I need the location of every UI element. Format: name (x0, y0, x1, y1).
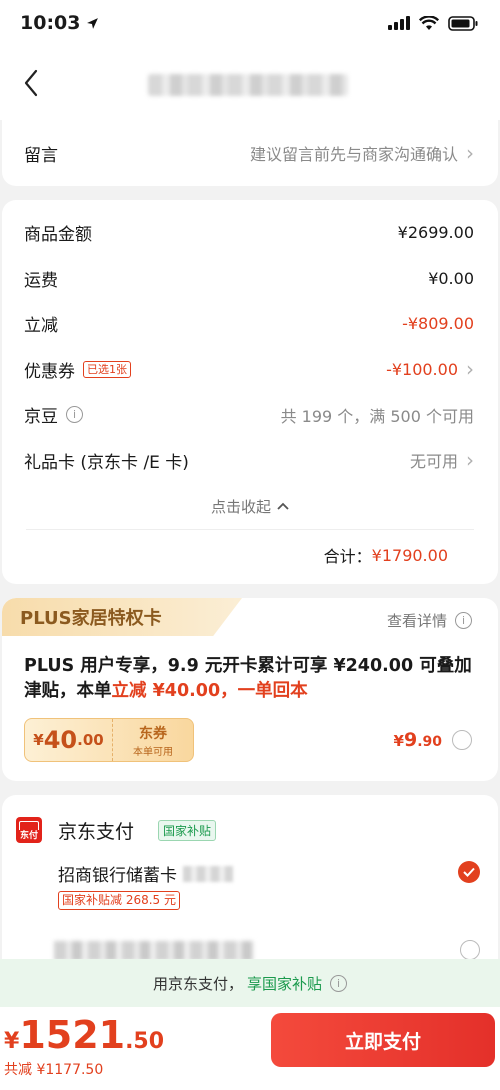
plus-coupon: ¥40.00 东券 本单可用 (24, 718, 194, 762)
status-bar: 10:03 (0, 0, 500, 46)
jingdou-row: 京豆 i 共 199 个，满 500 个可用 (2, 392, 498, 438)
payment-title: 京东支付 (58, 821, 135, 843)
pay-now-button[interactable]: 立即支付 (271, 1013, 495, 1067)
collapse-toggle[interactable]: 点击收起 (2, 483, 498, 529)
coupon-label: 优惠券 (24, 361, 75, 382)
giftcard-value: 无可用 (409, 452, 458, 472)
final-price-dec: .50 (125, 1029, 165, 1054)
blurred-card-number (183, 865, 233, 882)
subtotal-row: 合计： ¥1790.00 (2, 530, 498, 580)
signal-icon (388, 16, 410, 30)
plus-tag: PLUS家居特权卡 (2, 598, 242, 636)
discount-row: 立减 -¥809.00 (2, 301, 498, 347)
jd-pay-logo-text: 东付 (19, 831, 38, 841)
coupon-amount-int: 40 (43, 726, 78, 754)
info-icon[interactable]: i (330, 974, 348, 992)
payment-option-radio[interactable] (460, 940, 480, 960)
promo-highlight: 享国家补贴 (247, 974, 323, 993)
coupon-value: -¥100.00 (386, 359, 458, 379)
plus-detail-label: 查看详情 (386, 612, 447, 630)
subtotal-label: 合计： (323, 547, 372, 566)
blurred-page-title (148, 74, 348, 96)
jd-pay-logo-icon: 东付 (16, 817, 42, 843)
giftcard-label: 礼品卡 (京东卡 /E 卡) (24, 452, 189, 473)
status-icons (388, 15, 478, 31)
promo-text: 用京东支付， (152, 974, 243, 993)
final-price-currency: ¥ (4, 1029, 20, 1054)
coupon-title: 东券 (139, 725, 167, 742)
remark-hint: 建议留言前先与商家沟通确认 (249, 145, 458, 164)
bank-name: 招商银行储蓄卡 (58, 866, 177, 886)
bottom-bar: ¥1521.50 共减 ¥1177.50 立即支付 (0, 1007, 500, 1090)
chevron-left-icon (24, 69, 38, 97)
final-price-int: 1521 (19, 1013, 126, 1057)
selected-check-icon[interactable] (458, 861, 480, 883)
coupon-selected-tag: 已选1张 (83, 360, 131, 378)
blurred-payment-option[interactable] (54, 941, 254, 961)
promo-strip: 用京东支付， 享国家补贴 i (0, 959, 500, 1007)
status-time: 10:03 (20, 12, 99, 34)
shipping-label: 运费 (24, 270, 58, 291)
chevron-right-icon: › (466, 357, 474, 382)
plus-price-dec: .90 (417, 734, 442, 750)
info-icon: i (455, 612, 472, 629)
clock: 10:03 (20, 12, 81, 34)
coupon-amount-dec: .00 (77, 731, 104, 749)
wifi-icon (419, 15, 439, 30)
plus-description: PLUS 用户专享，9.9 元开卡累计可享 ¥240.00 可叠加津贴，本单立减… (24, 654, 484, 704)
saved-amount: 共减 ¥1177.50 (4, 1062, 104, 1078)
plus-price: ¥9.90 (394, 729, 442, 751)
amount-card: 商品金额 ¥2699.00 运费 ¥0.00 立减 -¥809.00 优惠券 已… (2, 200, 498, 584)
info-icon[interactable]: i (66, 406, 83, 424)
goods-amount-row: 商品金额 ¥2699.00 (2, 210, 498, 256)
shipping-row: 运费 ¥0.00 (2, 256, 498, 302)
collapse-label: 点击收起 (210, 497, 271, 516)
chevron-right-icon: › (466, 141, 474, 165)
plus-detail-link[interactable]: 查看详情 i (387, 610, 472, 631)
coupon-currency: ¥ (33, 731, 44, 749)
jingdou-label: 京豆 (24, 407, 58, 428)
coupon-row[interactable]: 优惠券 已选1张 -¥100.00 › (2, 347, 498, 393)
plus-card: PLUS家居特权卡 查看详情 i PLUS 用户专享，9.9 元开卡累计可享 ¥… (2, 598, 498, 781)
chevron-up-icon (277, 502, 289, 510)
jingdou-value: 共 199 个，满 500 个可用 (280, 406, 474, 426)
plus-price-int: 9 (403, 729, 418, 751)
remark-label: 留言 (24, 145, 58, 166)
subtotal-value: ¥1790.00 (371, 545, 448, 565)
coupon-subtitle: 本单可用 (133, 746, 173, 758)
plus-price-currency: ¥ (393, 732, 404, 750)
discount-value: -¥809.00 (402, 314, 474, 334)
shipping-value: ¥0.00 (428, 268, 474, 288)
giftcard-row[interactable]: 礼品卡 (京东卡 /E 卡) 无可用 › (2, 438, 498, 484)
goods-amount-value: ¥2699.00 (397, 223, 474, 243)
plus-desc-highlight: 立减 ¥40.00，一单回本 (111, 681, 308, 701)
discount-label: 立减 (24, 316, 58, 337)
final-price: ¥1521.50 (4, 1013, 164, 1057)
bank-option[interactable]: 招商银行储蓄卡 (58, 861, 233, 886)
nav-bar (0, 46, 500, 120)
back-button[interactable] (6, 58, 56, 108)
remark-row[interactable]: 留言 建议留言前先与商家沟通确认 › (2, 120, 498, 186)
coupon-info: 东券 本单可用 (113, 723, 193, 758)
plus-radio[interactable] (452, 730, 472, 750)
goods-amount-label: 商品金额 (24, 225, 92, 246)
location-arrow-icon (87, 17, 99, 29)
subsidy-tag: 国家补贴减 268.5 元 (58, 891, 180, 910)
gov-subsidy-tag: 国家补贴 (158, 820, 217, 841)
chevron-right-icon: › (466, 448, 474, 473)
coupon-amount: ¥40.00 (25, 719, 113, 761)
plus-price-select[interactable]: ¥9.90 (394, 729, 472, 751)
battery-icon (448, 15, 478, 31)
